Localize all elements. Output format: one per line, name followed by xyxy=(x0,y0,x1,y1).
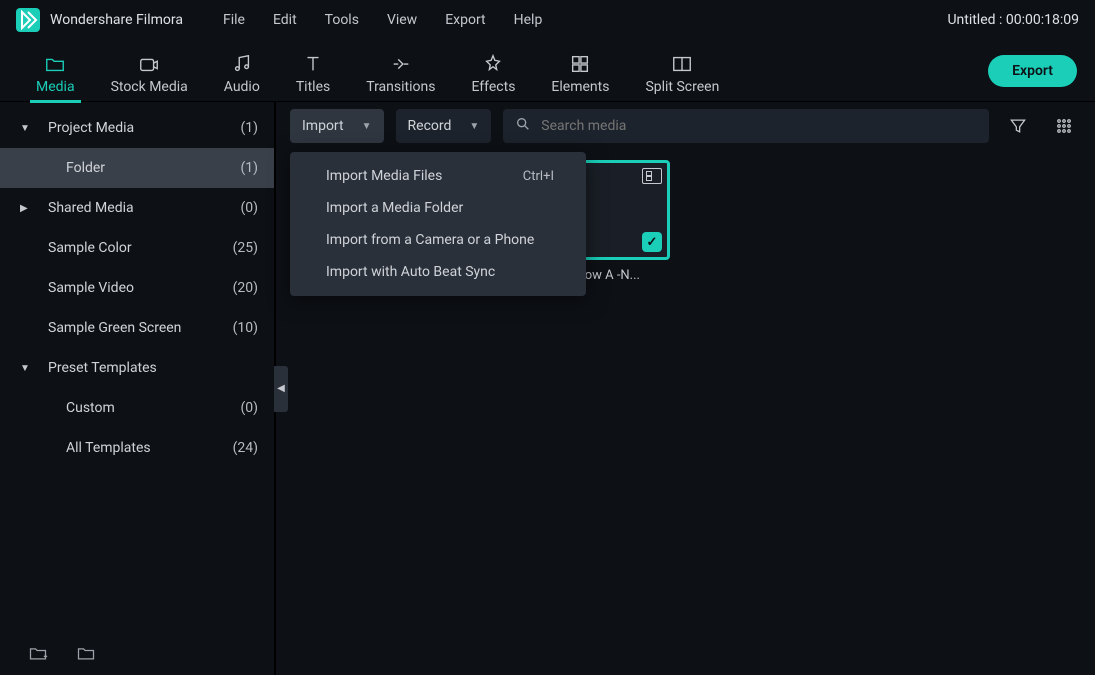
menu-export[interactable]: Export xyxy=(445,12,485,28)
content-toolbar: Import ▼ Record ▼ xyxy=(276,102,1095,150)
search-icon xyxy=(515,116,531,136)
tree-count: (24) xyxy=(233,440,258,456)
menu-bar: File Edit Tools View Export Help xyxy=(223,12,542,28)
tab-effects[interactable]: Effects xyxy=(453,47,533,95)
tab-label: Elements xyxy=(551,79,609,95)
menu-file[interactable]: File xyxy=(223,12,245,28)
menu-item-label: Import Media Files xyxy=(326,168,442,184)
camera-icon xyxy=(138,53,160,75)
import-media-files[interactable]: Import Media Files Ctrl+I xyxy=(290,160,586,192)
menu-item-shortcut: Ctrl+I xyxy=(523,169,554,184)
tree-count: (0) xyxy=(240,400,258,416)
tree-label: Custom xyxy=(66,400,240,416)
content-area: ◀ Import ▼ Record ▼ Import Media Files C… xyxy=(276,102,1095,675)
tab-stock-media[interactable]: Stock Media xyxy=(93,47,206,95)
main-area: ▼ Project Media (1) Folder (1) ▶ Shared … xyxy=(0,102,1095,675)
menu-item-label: Import from a Camera or a Phone xyxy=(326,232,534,248)
dropdown-label: Import xyxy=(302,118,344,134)
export-button[interactable]: Export xyxy=(988,55,1077,87)
transition-icon xyxy=(390,53,412,75)
tab-elements[interactable]: Elements xyxy=(533,47,627,95)
chevron-down-icon: ▼ xyxy=(20,363,34,374)
import-media-folder[interactable]: Import a Media Folder xyxy=(290,192,586,224)
menu-view[interactable]: View xyxy=(387,12,417,28)
titlebar: Wondershare Filmora File Edit Tools View… xyxy=(0,0,1095,40)
tree-label: Sample Green Screen xyxy=(48,320,233,336)
tree-count: (10) xyxy=(233,320,258,336)
chevron-down-icon: ▼ xyxy=(362,121,372,132)
sidebar-item-folder[interactable]: Folder (1) xyxy=(0,148,274,188)
chevron-down-icon: ▼ xyxy=(469,121,479,132)
menu-tools[interactable]: Tools xyxy=(325,12,359,28)
sidebar-item-sample-green-screen[interactable]: Sample Green Screen (10) xyxy=(0,308,274,348)
sidebar-item-preset-templates[interactable]: ▼ Preset Templates xyxy=(0,348,274,388)
tree-count: (1) xyxy=(240,120,258,136)
tab-label: Audio xyxy=(224,79,260,95)
filter-button[interactable] xyxy=(1001,109,1035,143)
tree-count: (25) xyxy=(233,240,258,256)
chevron-down-icon: ▼ xyxy=(20,123,34,134)
sidebar-item-shared-media[interactable]: ▶ Shared Media (0) xyxy=(0,188,274,228)
menu-help[interactable]: Help xyxy=(514,12,543,28)
sidebar-item-project-media[interactable]: ▼ Project Media (1) xyxy=(0,108,274,148)
grid-view-button[interactable] xyxy=(1047,109,1081,143)
app-logo-icon xyxy=(16,8,40,32)
sidebar-tree: ▼ Project Media (1) Folder (1) ▶ Shared … xyxy=(0,102,274,635)
tree-count: (20) xyxy=(233,280,258,296)
import-dropdown-menu: Import Media Files Ctrl+I Import a Media… xyxy=(290,152,586,296)
menu-item-label: Import with Auto Beat Sync xyxy=(326,264,495,280)
split-screen-icon xyxy=(671,53,693,75)
search-input[interactable] xyxy=(541,118,977,134)
record-dropdown[interactable]: Record ▼ xyxy=(396,109,492,143)
import-auto-beat-sync[interactable]: Import with Auto Beat Sync xyxy=(290,256,586,288)
tree-label: Sample Color xyxy=(48,240,233,256)
sidebar-item-all-templates[interactable]: All Templates (24) xyxy=(0,428,274,468)
tree-label: Shared Media xyxy=(48,200,240,216)
tab-label: Stock Media xyxy=(111,79,188,95)
sidebar-item-sample-color[interactable]: Sample Color (25) xyxy=(0,228,274,268)
app-name: Wondershare Filmora xyxy=(50,12,183,28)
tab-bar: Media Stock Media Audio Titles Transitio… xyxy=(0,40,1095,102)
tab-label: Media xyxy=(36,79,75,95)
sidebar-footer xyxy=(0,635,274,675)
new-folder-icon[interactable] xyxy=(76,643,96,667)
import-camera-phone[interactable]: Import from a Camera or a Phone xyxy=(290,224,586,256)
tree-label: All Templates xyxy=(66,440,233,456)
folder-icon xyxy=(44,53,66,75)
tree-count: (1) xyxy=(240,160,258,176)
sidebar: ▼ Project Media (1) Folder (1) ▶ Shared … xyxy=(0,102,274,675)
search-box[interactable] xyxy=(503,109,989,143)
tab-label: Effects xyxy=(471,79,515,95)
tree-label: Preset Templates xyxy=(48,360,258,376)
music-icon xyxy=(231,53,253,75)
collapse-sidebar-handle[interactable]: ◀ xyxy=(274,366,288,412)
import-dropdown[interactable]: Import ▼ xyxy=(290,109,384,143)
menu-edit[interactable]: Edit xyxy=(273,12,297,28)
chevron-right-icon: ▶ xyxy=(20,203,34,214)
tab-audio[interactable]: Audio xyxy=(206,47,278,95)
video-clip-icon xyxy=(642,168,662,184)
tab-label: Titles xyxy=(296,79,330,95)
project-title-status: Untitled : 00:00:18:09 xyxy=(947,12,1079,28)
tab-label: Split Screen xyxy=(645,79,719,95)
tree-label: Folder xyxy=(66,160,240,176)
new-folder-plus-icon[interactable] xyxy=(28,643,48,667)
tab-label: Transitions xyxy=(366,79,435,95)
text-icon xyxy=(302,53,324,75)
tab-split-screen[interactable]: Split Screen xyxy=(627,47,737,95)
tab-media[interactable]: Media xyxy=(18,47,93,95)
dropdown-label: Record xyxy=(408,118,452,134)
sidebar-item-sample-video[interactable]: Sample Video (20) xyxy=(0,268,274,308)
effects-icon xyxy=(482,53,504,75)
checkmark-icon: ✓ xyxy=(642,232,662,252)
tab-transitions[interactable]: Transitions xyxy=(348,47,453,95)
sidebar-item-custom[interactable]: Custom (0) xyxy=(0,388,274,428)
menu-item-label: Import a Media Folder xyxy=(326,200,463,216)
tab-titles[interactable]: Titles xyxy=(278,47,348,95)
tree-count: (0) xyxy=(240,200,258,216)
tree-label: Project Media xyxy=(48,120,240,136)
elements-icon xyxy=(569,53,591,75)
tree-label: Sample Video xyxy=(48,280,233,296)
